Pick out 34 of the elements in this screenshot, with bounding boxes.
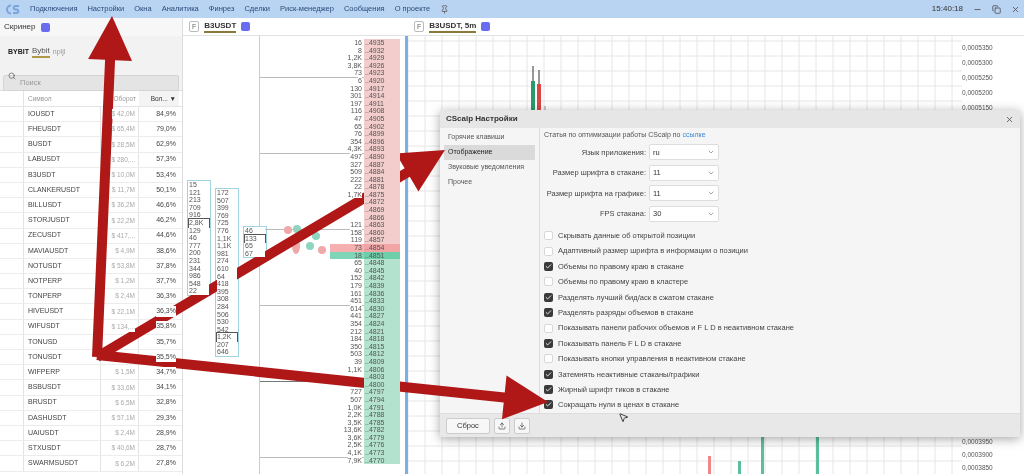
checkbox[interactable]	[544, 277, 553, 287]
candle	[816, 436, 819, 474]
close-icon[interactable]	[1005, 114, 1014, 124]
close-icon[interactable]	[1011, 4, 1020, 14]
square-icon[interactable]	[40, 22, 50, 32]
square-icon[interactable]	[481, 22, 491, 31]
search-icon	[8, 72, 16, 80]
dialog-title: CScalp Настройки	[446, 113, 518, 125]
restore-icon[interactable]	[992, 4, 1001, 14]
candle	[738, 461, 741, 474]
checkbox[interactable]	[544, 261, 553, 271]
square-icon[interactable]	[241, 22, 251, 31]
checkbox[interactable]	[544, 323, 553, 333]
candle	[708, 456, 711, 474]
checkbox[interactable]	[544, 292, 553, 302]
checkbox[interactable]	[544, 231, 553, 241]
download-icon	[517, 421, 526, 430]
upload-button[interactable]	[493, 417, 510, 434]
logo-icon	[4, 3, 20, 15]
candle	[761, 436, 764, 474]
upload-icon	[497, 421, 506, 430]
checkbox[interactable]	[544, 308, 553, 318]
checkbox[interactable]	[544, 354, 553, 364]
checkbox[interactable]	[544, 369, 553, 379]
checkbox[interactable]	[544, 385, 553, 395]
panel-title: B3USDT	[204, 20, 237, 33]
pin-icon[interactable]	[440, 4, 450, 14]
panel-title: Скринер	[4, 21, 36, 33]
panel-title: B3USDT, 5m	[429, 20, 477, 33]
checkbox[interactable]	[544, 246, 553, 256]
checkbox[interactable]	[544, 338, 553, 348]
clock: 15:40:18	[931, 3, 963, 15]
mouse-cursor-icon	[618, 412, 629, 423]
exchange-name[interactable]: Bybit	[32, 46, 50, 58]
